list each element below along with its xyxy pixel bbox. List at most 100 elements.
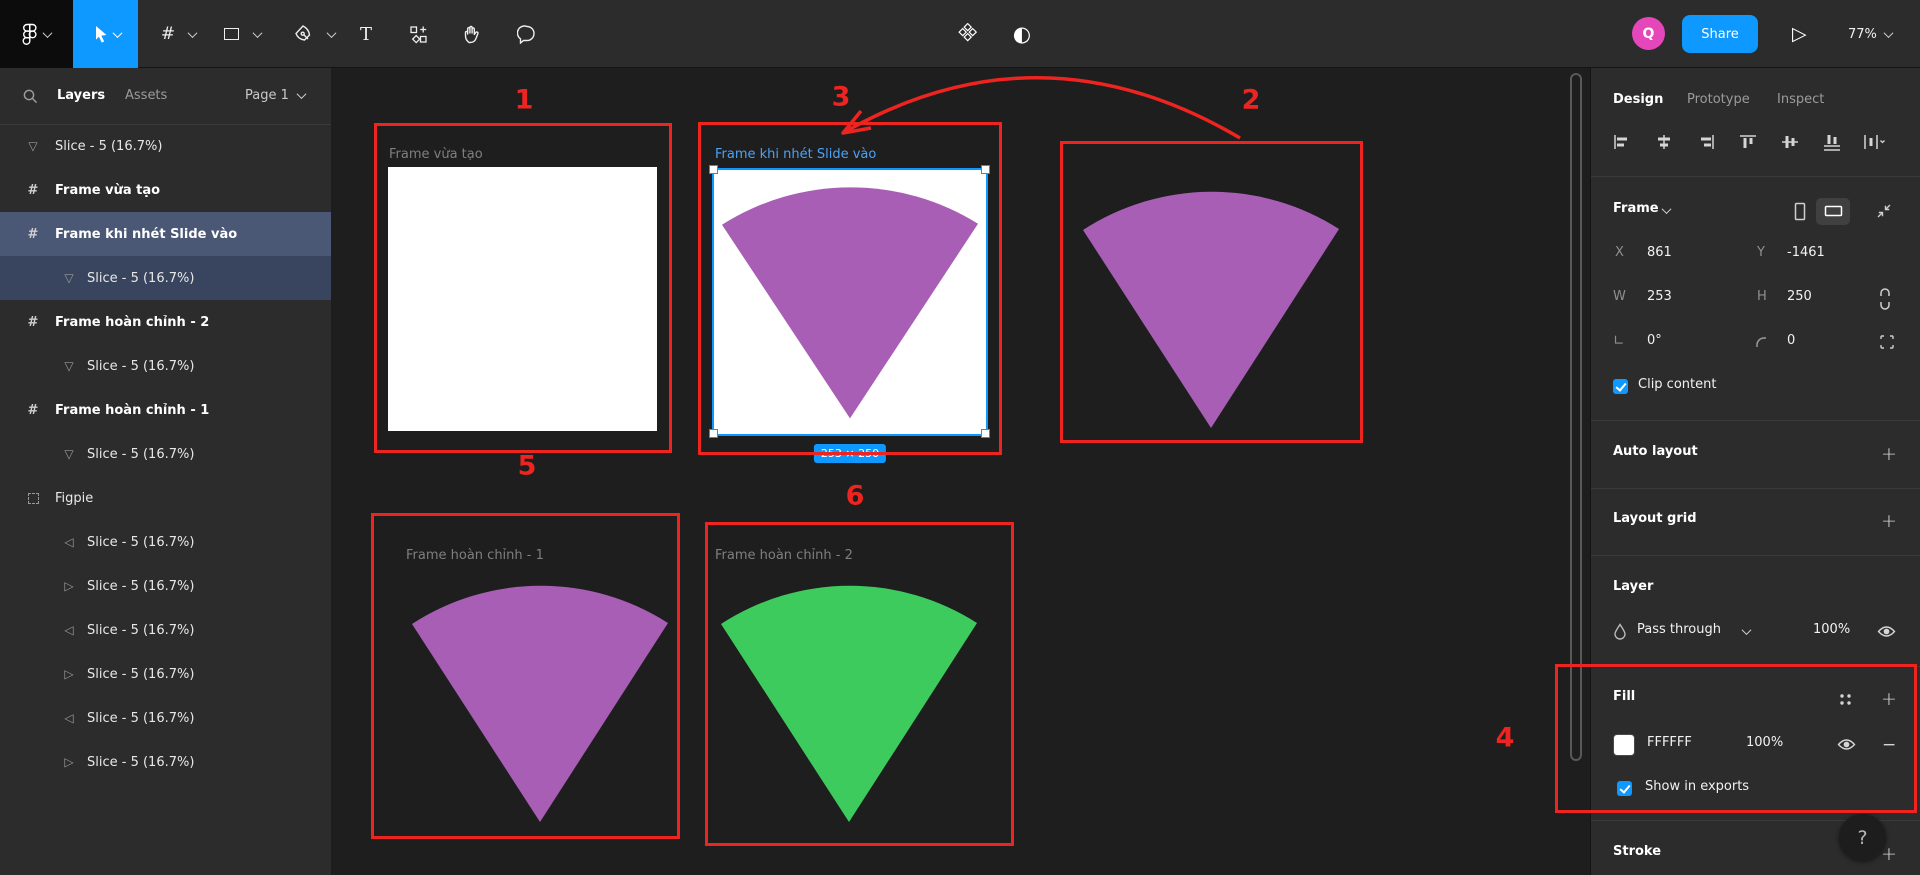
align-bottom-icon[interactable] [1823, 134, 1841, 152]
canvas-scrollbar[interactable] [1570, 73, 1582, 761]
layer-row-slice-selected[interactable]: ▽Slice - 5 (16.7%) [0, 256, 331, 300]
multiplayer-tools-button[interactable] [954, 0, 982, 68]
layer-row-frame[interactable]: #Frame hoàn chỉnh - 2 [0, 300, 331, 344]
layer-row-frame[interactable]: #Frame vừa tạo [0, 168, 331, 212]
selection-handle-top-left[interactable] [709, 165, 718, 174]
main-menu-button[interactable] [0, 0, 73, 68]
layer-opacity-field[interactable]: 100% [1813, 622, 1850, 637]
layer-row-frame-selected[interactable]: #Frame khi nhét Slide vào [0, 212, 331, 256]
share-button[interactable]: Share [1682, 15, 1758, 53]
fill-styles-icon[interactable] [1839, 693, 1852, 706]
selection-type-dropdown[interactable]: Frame [1613, 201, 1659, 216]
corner-radius-value-field[interactable]: 0 [1787, 333, 1795, 348]
hand-tool-icon [462, 24, 482, 45]
layer-row-slice[interactable]: ▽Slice - 5 (16.7%) [0, 124, 331, 168]
landscape-orientation-icon [1824, 205, 1843, 217]
frame-tool-button[interactable]: # [155, 0, 181, 68]
resources-tool-button[interactable] [404, 0, 432, 68]
frame1-label[interactable]: Frame vừa tạo [389, 147, 483, 162]
rotation-value-field[interactable]: 0° [1647, 333, 1662, 348]
add-fill-button[interactable]: + [1881, 688, 1897, 710]
move-tool-button[interactable] [73, 0, 138, 68]
layer-row-slice[interactable]: ▽Slice - 5 (16.7%) [0, 432, 331, 476]
show-in-exports-checkbox[interactable] [1617, 781, 1632, 796]
eye-visibility-icon[interactable] [1877, 625, 1896, 638]
tab-design[interactable]: Design [1613, 92, 1663, 107]
frame-tool-chevron[interactable] [185, 0, 199, 68]
layer-row-figpie[interactable]: Figpie [0, 476, 331, 520]
add-layout-grid-button[interactable]: + [1881, 510, 1897, 532]
present-play-button[interactable]: ▷ [1792, 0, 1807, 68]
frame3-pie-slice[interactable] [714, 170, 986, 434]
frame-icon: # [24, 212, 42, 256]
avatar[interactable]: Q [1632, 17, 1665, 50]
layer-row-slice[interactable]: ▷Slice - 5 (16.7%) [0, 740, 331, 784]
collapse-resize-icon[interactable] [1875, 202, 1893, 220]
align-horizontal-center-icon[interactable] [1655, 134, 1673, 150]
layer-row-slice[interactable]: ▷Slice - 5 (16.7%) [0, 652, 331, 696]
frame5-pie-slice[interactable] [404, 568, 676, 838]
text-tool-button[interactable]: T [353, 0, 379, 68]
blend-mode-dropdown[interactable]: Pass through [1637, 622, 1721, 637]
selection-handle-bottom-right[interactable] [981, 429, 990, 438]
chevron-down-icon [187, 28, 197, 38]
frame5-label[interactable]: Frame hoàn chỉnh - 1 [406, 548, 544, 563]
chevron-down-icon [1742, 625, 1752, 635]
pen-tool-chevron[interactable] [324, 0, 338, 68]
theme-toggle-button[interactable]: ◐ [1008, 0, 1036, 68]
width-value-field[interactable]: 253 [1647, 289, 1672, 304]
figpie-dashed-icon [24, 476, 42, 520]
tab-assets[interactable]: Assets [125, 88, 167, 103]
slice-down-icon: ▽ [60, 432, 78, 476]
hand-tool-button[interactable] [458, 0, 486, 68]
frame6-pie-slice[interactable] [713, 568, 985, 838]
y-value-field[interactable]: -1461 [1787, 245, 1825, 260]
tidy-up-icon[interactable] [1781, 134, 1799, 150]
tab-inspect[interactable]: Inspect [1777, 92, 1824, 107]
comment-tool-button[interactable] [513, 0, 541, 68]
distribute-spacing-icon[interactable] [1863, 134, 1885, 150]
frame1-canvas-object[interactable] [388, 167, 657, 431]
frame3-label[interactable]: Frame khi nhét Slide vào [715, 147, 876, 162]
eye-visibility-icon[interactable] [1837, 738, 1856, 751]
x-value-field[interactable]: 861 [1647, 245, 1672, 260]
annotation-number-6: 6 [846, 481, 865, 512]
layer-row-slice[interactable]: ▽Slice - 5 (16.7%) [0, 344, 331, 388]
portrait-orientation-icon[interactable] [1794, 202, 1806, 221]
zoom-level-dropdown[interactable]: 77% [1848, 0, 1892, 68]
frame6-label[interactable]: Frame hoàn chỉnh - 2 [715, 548, 853, 563]
height-value-field[interactable]: 250 [1787, 289, 1812, 304]
layer-row-frame[interactable]: #Frame hoàn chỉnh - 1 [0, 388, 331, 432]
frame2-pie-slice[interactable] [1075, 174, 1347, 444]
help-button[interactable]: ? [1839, 814, 1886, 861]
text-tool-icon: T [360, 24, 372, 45]
align-top-icon[interactable] [1739, 134, 1757, 150]
pen-tool-button[interactable] [290, 0, 316, 68]
layer-row-slice[interactable]: ◁Slice - 5 (16.7%) [0, 696, 331, 740]
fill-color-swatch[interactable] [1613, 734, 1635, 756]
tab-layers[interactable]: Layers [57, 88, 105, 103]
fill-opacity-field[interactable]: 100% [1746, 735, 1783, 750]
layer-row-slice[interactable]: ◁Slice - 5 (16.7%) [0, 608, 331, 652]
shape-tool-button[interactable] [218, 0, 244, 68]
slice-left-icon: ◁ [60, 696, 78, 740]
search-icon[interactable] [22, 88, 39, 105]
annotation-number-2: 2 [1242, 85, 1261, 116]
chevron-down-icon [1662, 204, 1672, 214]
tab-prototype[interactable]: Prototype [1687, 92, 1750, 107]
selection-handle-top-right[interactable] [981, 165, 990, 174]
align-left-icon[interactable] [1613, 134, 1631, 150]
add-auto-layout-button[interactable]: + [1881, 443, 1897, 465]
constrain-proportions-icon[interactable] [1879, 287, 1891, 311]
shape-tool-chevron[interactable] [250, 0, 264, 68]
independent-corners-icon[interactable] [1879, 334, 1895, 350]
corner-radius-icon [1755, 336, 1768, 349]
clip-content-checkbox[interactable] [1613, 379, 1628, 394]
layer-row-slice[interactable]: ▷Slice - 5 (16.7%) [0, 564, 331, 608]
fill-hex-field[interactable]: FFFFFF [1647, 735, 1692, 750]
page-selector[interactable]: Page 1 [245, 88, 289, 103]
remove-fill-button[interactable]: − [1882, 734, 1896, 756]
layer-row-slice[interactable]: ◁Slice - 5 (16.7%) [0, 520, 331, 564]
selection-handle-bottom-left[interactable] [709, 429, 718, 438]
align-right-icon[interactable] [1697, 134, 1715, 150]
